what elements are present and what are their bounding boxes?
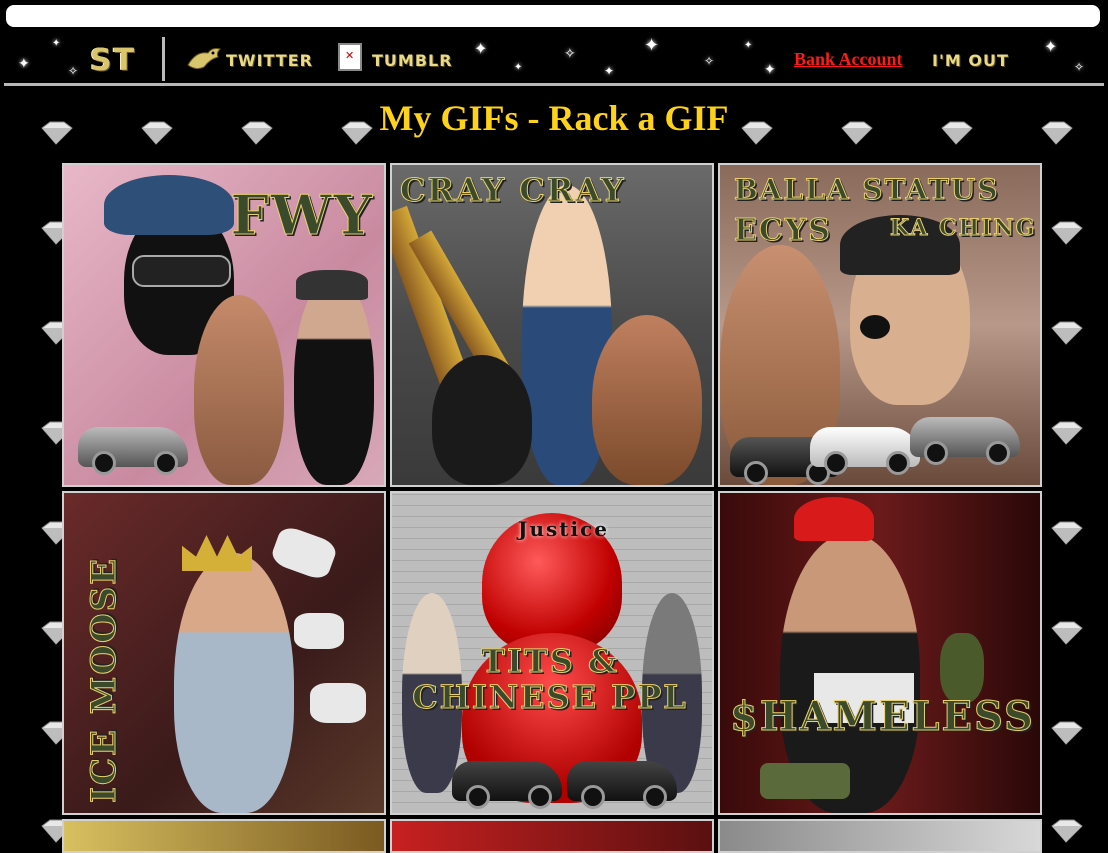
gif-badge: Justice [518,517,610,541]
gif-subtitle: KA CHING [889,215,1037,242]
browser-top-frame [0,0,1108,34]
sparkle-icon: ✦ [18,56,30,72]
sparkle-icon: ✧ [68,64,79,78]
gif-title: ICE MOOSE [84,556,125,803]
sparkle-icon: ✦ [1044,37,1058,56]
diamond-icon [1051,521,1083,545]
bank-account-link[interactable]: Bank Account [794,49,903,70]
gif-tile-cray-cray[interactable]: CRAY CRAY [390,163,714,487]
diamond-icon [1051,221,1083,245]
logout-link[interactable]: I'M OUT [932,51,1009,70]
sparkle-icon: ✦ [744,40,753,51]
sparkle-icon: ✦ [474,39,488,58]
sparkle-icon: ✧ [564,46,576,62]
gif-tile-fwy[interactable]: FWY [62,163,386,487]
gif-title: TITS & CHINESE PPL [412,642,688,716]
gif-grid: FWY CRAY CRAY BALLA STATUS ECYS KA CHING… [62,163,1046,853]
gif-title: CRAY CRAY [399,171,626,210]
tumblr-link[interactable]: TUMBLR [372,51,453,70]
gif-title: BALLA STATUS [733,173,1000,207]
gif-subtitle: ECYS [734,213,832,249]
divider [162,37,165,81]
top-bar [4,3,1102,29]
gif-tile-ice-moose[interactable]: ICE MOOSE [62,491,386,815]
diamond-icon [1051,321,1083,345]
gif-tile-partial[interactable] [62,819,386,853]
page-title: My GIFs - Rack a GIF [379,98,729,138]
sparkle-icon: ✧ [1074,60,1085,74]
gif-title: $HAMELESS [730,693,1035,741]
sparkle-icon: ✦ [644,35,660,56]
diamond-icon [1051,621,1083,645]
nav-bar: ✦ ✦ ✧ ✦ ✦ ✧ ✦ ✦ ✧ ✦ ✦ ✦ ✧ ST TWITTER ✕ T… [4,35,1104,86]
sparkle-icon: ✦ [514,62,523,73]
site-logo[interactable]: ST [90,43,136,78]
gif-tile-balla-status[interactable]: BALLA STATUS ECYS KA CHING [718,163,1042,487]
diamond-icon [1051,721,1083,745]
sparkle-icon: ✦ [764,62,776,78]
broken-image-icon[interactable]: ✕ [338,43,362,71]
sparkle-icon: ✦ [604,64,615,78]
gif-tile-shameless[interactable]: $HAMELESS [718,491,1042,815]
gif-title: FWY [230,183,374,248]
gif-tile-tits-chinese-ppl[interactable]: Justice TITS & CHINESE PPL [390,491,714,815]
sparkle-icon: ✦ [52,38,61,49]
sparkle-icon: ✧ [704,54,715,68]
diamond-icon [1051,421,1083,445]
gif-tile-partial[interactable] [718,819,1042,853]
twitter-link[interactable]: TWITTER [226,51,313,70]
diamond-icon [1051,819,1083,843]
twitter-bird-icon[interactable] [186,45,222,73]
gif-tile-partial[interactable] [390,819,714,853]
